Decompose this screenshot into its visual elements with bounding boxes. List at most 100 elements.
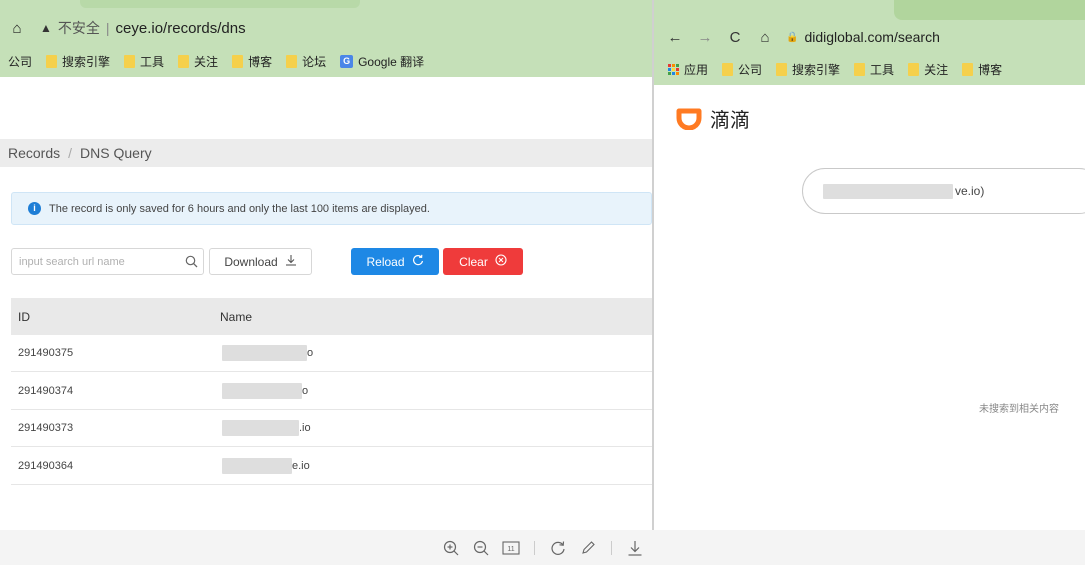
redacted-block [222, 383, 302, 399]
column-header-name: Name [220, 309, 253, 324]
bookmark-search-engines[interactable]: 搜索引擎 [776, 61, 840, 78]
info-alert: i The record is only saved for 6 hours a… [11, 192, 652, 225]
home-icon[interactable]: ⌂ [0, 13, 34, 43]
bookmark-label: 公司 [738, 62, 763, 77]
refresh-icon[interactable]: C [720, 29, 750, 46]
search-box [11, 248, 204, 275]
table-row: 291490373 .io [11, 410, 652, 447]
folder-icon [286, 54, 298, 68]
left-address-bar[interactable]: ⌂ ▲ 不安全 | ceye.io/records/dns [0, 13, 652, 43]
bookmark-label: 博客 [248, 54, 273, 69]
bookmark-label: 工具 [870, 62, 895, 77]
right-browser-toolbar: ← → C ⌂ 🔒 didiglobal.com/search 应用 公司 搜索 [654, 0, 1085, 85]
right-nav-bar: ← → C ⌂ 🔒 didiglobal.com/search [654, 22, 940, 52]
bookmark-tools[interactable]: 工具 [124, 53, 164, 70]
left-url-text[interactable]: ceye.io/records/dns [116, 20, 246, 37]
row-name: e.io [222, 458, 310, 474]
bookmark-company[interactable]: 公司 [722, 61, 762, 78]
bookmark-label: Google 翻译 [358, 54, 425, 69]
toolbar-separator [610, 540, 612, 555]
forward-arrow-icon[interactable]: → [690, 29, 720, 46]
bookmark-apps[interactable]: 应用 [668, 61, 708, 78]
download-icon [285, 254, 297, 269]
name-suffix: .io [299, 422, 311, 434]
table-row: 291490375 o [11, 335, 652, 372]
download-icon[interactable] [623, 536, 647, 560]
redacted-block [823, 183, 953, 199]
bookmark-google-translate[interactable]: G Google 翻译 [340, 53, 424, 70]
folder-icon [722, 62, 734, 76]
search-input[interactable] [12, 255, 179, 268]
bookmark-follow[interactable]: 关注 [178, 53, 218, 70]
left-browser-toolbar: ⌂ ▲ 不安全 | ceye.io/records/dns 公司 搜索引擎 工具… [0, 0, 652, 77]
clear-circle-x-icon [495, 254, 507, 269]
bookmark-search-engines[interactable]: 搜索引擎 [46, 53, 110, 70]
reload-button[interactable]: Reload [351, 248, 439, 275]
bookmark-label: 工具 [140, 54, 165, 69]
clear-label: Clear [459, 254, 488, 269]
apps-grid-icon [668, 63, 679, 75]
actual-size-icon[interactable]: 11 [499, 536, 523, 560]
row-name: o [222, 345, 313, 361]
folder-icon [908, 62, 920, 76]
table-row: 291490374 o [11, 373, 652, 410]
row-id: 291490373 [18, 422, 74, 434]
didi-brand[interactable]: 滴滴 [676, 104, 750, 133]
brand-name: 滴滴 [710, 110, 750, 132]
bookmark-label: 论坛 [302, 54, 327, 69]
screenshot-root: ⌂ ▲ 不安全 | ceye.io/records/dns 公司 搜索引擎 工具… [0, 0, 1085, 565]
folder-icon [854, 62, 866, 76]
redacted-block [222, 420, 299, 436]
info-message: The record is only saved for 6 hours and… [49, 202, 430, 215]
redacted-block [222, 458, 292, 474]
bookmark-forum[interactable]: 论坛 [286, 53, 326, 70]
reload-icon [412, 254, 424, 269]
folder-icon [178, 54, 190, 68]
didi-search-box[interactable]: ve.io) [802, 168, 1085, 214]
name-suffix: o [302, 385, 309, 397]
download-button[interactable]: Download [209, 248, 312, 275]
right-browser-window: ← → C ⌂ 🔒 didiglobal.com/search 应用 公司 搜索 [652, 0, 1085, 530]
table-header: ID Name [11, 298, 652, 335]
breadcrumb-current: DNS Query [80, 145, 152, 161]
table-row: 291490364 e.io [11, 448, 652, 485]
bookmark-label: 关注 [194, 54, 219, 69]
bookmark-label: 博客 [978, 62, 1003, 77]
row-id: 291490364 [18, 460, 74, 472]
name-suffix: e.io [292, 460, 310, 472]
folder-icon [962, 62, 974, 76]
bookmark-blog[interactable]: 博客 [232, 53, 272, 70]
zoom-in-icon[interactable] [439, 536, 463, 560]
redacted-block [222, 345, 307, 361]
back-arrow-icon[interactable]: ← [660, 29, 690, 46]
left-active-tab-edge [80, 0, 360, 8]
bookmark-label: 搜索引擎 [62, 54, 111, 69]
bookmark-company[interactable]: 公司 [8, 53, 32, 70]
home-icon[interactable]: ⌂ [750, 29, 780, 46]
didi-logo-icon [676, 108, 702, 130]
info-icon: i [28, 202, 41, 215]
search-icon[interactable] [179, 255, 203, 268]
clear-button[interactable]: Clear [443, 248, 523, 275]
rotate-icon[interactable] [546, 536, 570, 560]
bookmark-label: 公司 [8, 54, 33, 69]
right-url-text[interactable]: didiglobal.com/search [804, 29, 939, 45]
edit-pencil-icon[interactable] [576, 536, 600, 560]
right-bookmarks-bar: 应用 公司 搜索引擎 工具 关注 博客 [668, 58, 1016, 80]
bookmark-blog[interactable]: 博客 [962, 61, 1002, 78]
bookmark-tools[interactable]: 工具 [854, 61, 894, 78]
folder-icon [232, 54, 244, 68]
column-header-id: ID [18, 309, 30, 324]
row-id: 291490375 [18, 347, 74, 359]
left-bookmarks-bar: 公司 搜索引擎 工具 关注 博客 论坛 G Google 翻译 [0, 50, 438, 72]
bookmark-follow[interactable]: 关注 [908, 61, 948, 78]
lock-icon[interactable]: 🔒 [786, 32, 798, 43]
download-label: Download [224, 254, 278, 269]
breadcrumb-root[interactable]: Records [8, 145, 60, 161]
zoom-out-icon[interactable] [469, 536, 493, 560]
bookmark-label: 关注 [924, 62, 949, 77]
left-browser-window: ⌂ ▲ 不安全 | ceye.io/records/dns 公司 搜索引擎 工具… [0, 0, 652, 530]
toolbar-separator [533, 540, 535, 555]
insecure-label: 不安全 [57, 20, 100, 36]
no-result-message: 未搜索到相关内容 [979, 404, 1059, 415]
